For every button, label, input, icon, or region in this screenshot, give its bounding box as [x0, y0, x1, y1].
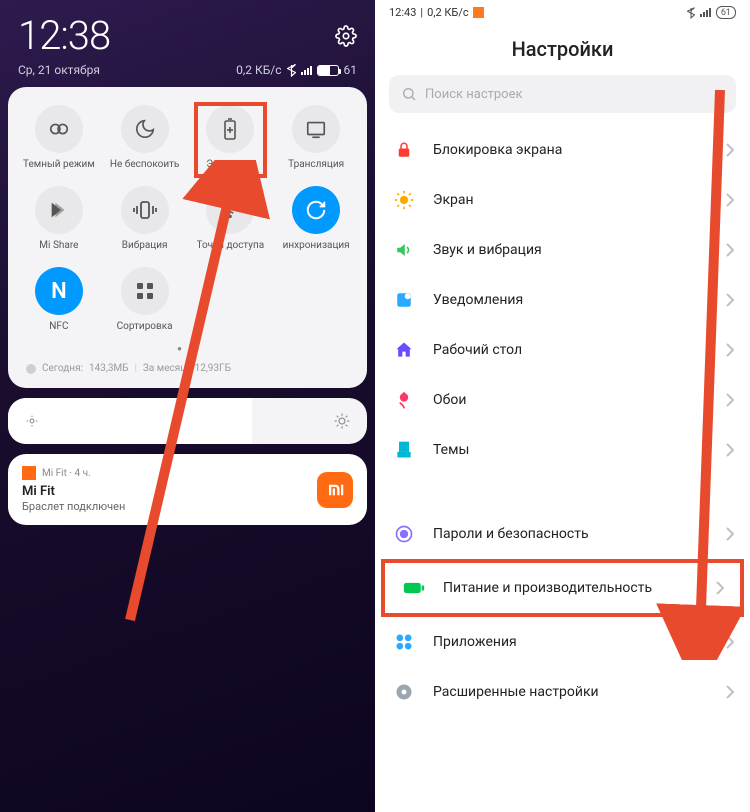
apps-icon [393, 631, 415, 653]
chevron-right-icon [726, 635, 734, 649]
settings-label: Приложения [433, 634, 726, 650]
settings-label: Обои [433, 392, 726, 408]
data-usage-bar[interactable]: Сегодня: 143,3МБ | За месяц: 12,93ГБ [16, 357, 359, 380]
mi-logo-icon [317, 472, 353, 508]
chevron-right-icon [726, 443, 734, 457]
settings-item-notif[interactable]: Уведомления [375, 275, 750, 325]
tile-sync[interactable]: инхронизация [273, 180, 359, 257]
settings-item-battery[interactable]: Питание и производительность [381, 559, 744, 617]
bluetooth-icon [687, 7, 695, 19]
signal-icon [700, 8, 711, 17]
settings-item-security[interactable]: Пароли и безопасность [375, 509, 750, 559]
cast-icon [305, 118, 327, 140]
settings-label: Блокировка экрана [433, 142, 726, 158]
status-bar: 12:43 | 0,2 КБ/с 61 [375, 0, 750, 25]
battery-plus-icon [222, 117, 238, 141]
tile-edit[interactable]: Сортировка [102, 261, 188, 338]
sun-dim-icon [24, 413, 40, 429]
settings-item-additional[interactable]: Расширенные настройки [375, 667, 750, 717]
sync-icon [305, 199, 327, 221]
tile-cast[interactable]: Трансляция [273, 99, 359, 176]
app-indicator-icon [473, 7, 484, 18]
notification-card[interactable]: Mi Fit · 4 ч. Mi Fit Браслет подключен [8, 454, 367, 525]
settings-item-home[interactable]: Рабочий стол [375, 325, 750, 375]
display-icon [393, 189, 415, 211]
usage-dot-icon [26, 364, 36, 374]
bluetooth-icon [287, 64, 296, 77]
battery-indicator: 61 [716, 6, 736, 19]
wifi-icon [219, 199, 241, 221]
signal-icon [301, 66, 312, 75]
settings-item-sound[interactable]: Звук и вибрация [375, 225, 750, 275]
battery-icon [317, 65, 339, 76]
tile-hotspot[interactable]: Точка доступа [188, 180, 274, 257]
settings-screen: 12:43 | 0,2 КБ/с 61 Настройки Поиск наст… [375, 0, 750, 812]
settings-label: Расширенные настройки [433, 684, 726, 700]
grid-icon [136, 282, 154, 300]
lock-icon [393, 139, 415, 161]
chevron-right-icon [726, 393, 734, 407]
settings-item-apps[interactable]: Приложения [375, 617, 750, 667]
sound-icon [393, 239, 415, 261]
settings-label: Звук и вибрация [433, 242, 726, 258]
clock-display: 12:38 [18, 12, 110, 59]
search-icon [401, 86, 417, 102]
date-display: Ср, 21 октября [18, 63, 100, 77]
chevron-right-icon [726, 527, 734, 541]
settings-item-themes[interactable]: Темы [375, 425, 750, 475]
tile-nfc[interactable]: N NFC [16, 261, 102, 338]
settings-item-display[interactable]: Экран [375, 175, 750, 225]
battery-icon [403, 577, 425, 599]
page-title: Настройки [375, 25, 750, 75]
security-icon [393, 523, 415, 545]
chevron-right-icon [726, 243, 734, 257]
chevron-right-icon [726, 143, 734, 157]
quick-settings-panel: 12:38 Ср, 21 октября 0,2 КБ/с 61 Темный … [0, 0, 375, 812]
moon-icon [134, 118, 156, 140]
vibration-icon [133, 199, 157, 221]
settings-label: Питание и производительность [443, 580, 716, 596]
chevron-right-icon [726, 193, 734, 207]
dark-mode-icon [48, 118, 70, 140]
search-input[interactable]: Поиск настроек [389, 75, 736, 113]
settings-label: Темы [433, 442, 726, 458]
chevron-right-icon [726, 685, 734, 699]
quick-settings-card: Темный режим Не беспокоить Экономия Тран… [8, 87, 367, 388]
tile-mi-share[interactable]: Mi Share [16, 180, 102, 257]
settings-label: Пароли и безопасность [433, 526, 726, 542]
settings-label: Уведомления [433, 292, 726, 308]
tile-battery-saver[interactable]: Экономия [188, 99, 274, 176]
notification-body: Браслет подключен [22, 500, 317, 513]
tile-dnd[interactable]: Не беспокоить [102, 99, 188, 176]
chevron-right-icon [726, 293, 734, 307]
share-icon [48, 199, 70, 221]
gear-icon[interactable] [335, 25, 357, 47]
chevron-right-icon [716, 581, 724, 595]
notif-icon [393, 289, 415, 311]
brightness-slider[interactable] [8, 398, 367, 444]
chevron-right-icon [726, 343, 734, 357]
tile-dark-mode[interactable]: Темный режим [16, 99, 102, 176]
home-icon [393, 339, 415, 361]
status-icons: 0,2 КБ/с 61 [236, 63, 357, 77]
notification-title: Mi Fit [22, 484, 317, 499]
tile-vibration[interactable]: Вибрация [102, 180, 188, 257]
page-indicator: ● ● [16, 338, 359, 357]
settings-item-wallpaper[interactable]: Обои [375, 375, 750, 425]
settings-item-lock[interactable]: Блокировка экрана [375, 125, 750, 175]
themes-icon [393, 439, 415, 461]
wallpaper-icon [393, 389, 415, 411]
additional-icon [393, 681, 415, 703]
battery-percent: 61 [344, 63, 358, 77]
sun-bright-icon [333, 412, 351, 430]
app-indicator-icon [22, 466, 36, 480]
settings-label: Рабочий стол [433, 342, 726, 358]
settings-label: Экран [433, 192, 726, 208]
